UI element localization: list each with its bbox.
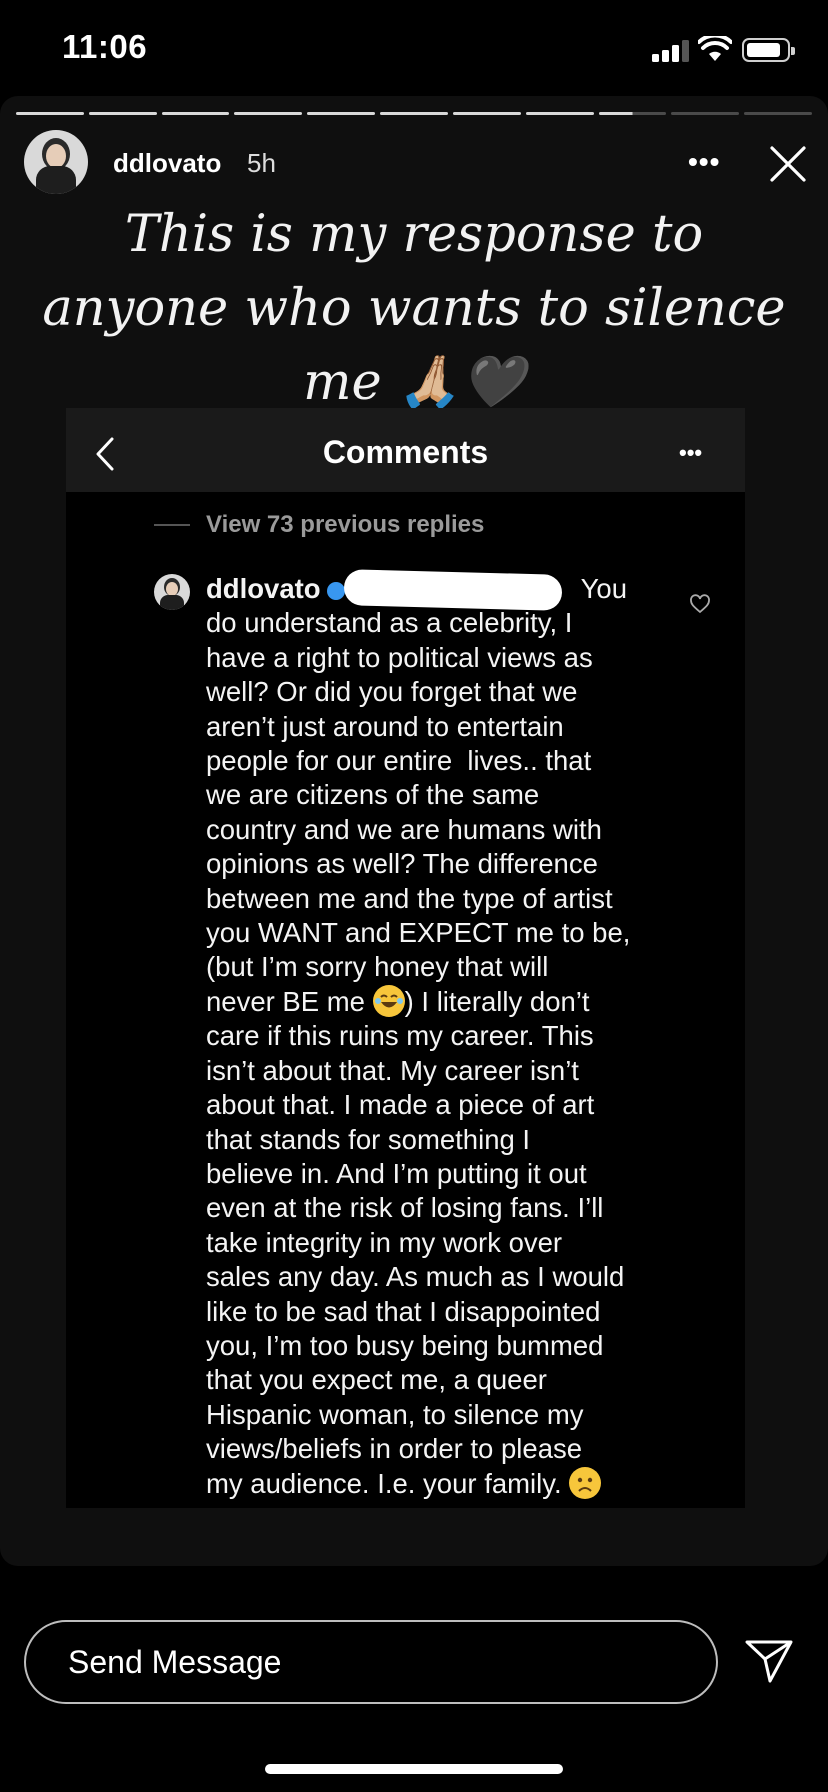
comment-line: you, I’m too busy being bummed	[206, 1329, 604, 1361]
comment-line: never BE me ) I literally don’t	[206, 984, 676, 1019]
view-previous-replies: View 73 previous replies	[206, 511, 485, 538]
comment-body: ddlovato You do understand as a celebrity…	[206, 572, 676, 1501]
cellular-signal-icon	[652, 38, 690, 62]
battery-icon	[742, 38, 795, 62]
avatar[interactable]	[24, 130, 88, 194]
comment-line: opinions as well? The difference	[206, 848, 598, 880]
comment-line: well? Or did you forget that we	[206, 676, 578, 708]
story-timestamp: 5h	[247, 148, 276, 178]
heart-icon	[690, 594, 710, 614]
story-caption: This is my response to anyone who wants …	[20, 198, 808, 420]
close-icon[interactable]	[768, 144, 808, 184]
status-time: 11:06	[62, 28, 148, 65]
story-progress-segment	[307, 112, 376, 115]
comment-line: country and we are humans with	[206, 813, 602, 845]
caption-line: anyone who wants to silence	[42, 279, 786, 338]
comment-line: Hispanic woman, to silence my	[206, 1398, 584, 1430]
story-progress-segment	[598, 112, 667, 115]
comment-line: do understand as a celebrity, I	[206, 607, 573, 639]
comment-line: have a right to political views as	[206, 641, 593, 673]
story-progress-segment	[16, 112, 84, 115]
comment-line: views/beliefs in order to please	[206, 1433, 583, 1465]
comment-line: even at the risk of losing fans. I’ll	[206, 1192, 604, 1224]
comment-line: we are citizens of the same	[206, 779, 540, 811]
comment-text: You	[580, 573, 627, 604]
comment-username: ddlovato	[206, 573, 321, 604]
comment-line: sales any day. As much as I would	[206, 1261, 625, 1293]
comments-title: Comments	[322, 434, 489, 470]
comment-text: my audience. I.e. your family.	[206, 1467, 562, 1499]
comment-line: my audience. I.e. your family.	[206, 1466, 676, 1501]
comment-line: people for our entire lives.. that	[206, 745, 592, 777]
comments-more-icon: •••	[679, 440, 703, 465]
story-username[interactable]: ddlovato	[113, 148, 221, 179]
comment-line: that stands for something I	[206, 1123, 531, 1155]
comment-line: you WANT and EXPECT me to be,	[206, 917, 631, 949]
redaction-mark	[343, 569, 563, 611]
send-message-input[interactable]: Send Message	[24, 1620, 718, 1704]
story-progress-segment	[452, 112, 521, 115]
comment-line: believe in. And I’m putting it out	[206, 1157, 587, 1189]
story-progress-segment	[380, 112, 448, 115]
comment-line: that you expect me, a queer	[206, 1364, 547, 1396]
verified-badge-icon	[326, 581, 345, 600]
caption-line: This is my response to	[124, 205, 704, 264]
comment-line: isn’t about that. My career isn’t	[206, 1054, 579, 1086]
wifi-icon	[698, 36, 732, 61]
story-progress-segment	[88, 112, 157, 115]
divider-line	[154, 524, 190, 526]
story-progress-segment	[161, 112, 230, 115]
story-progress-segment	[525, 112, 594, 115]
send-message-placeholder: Send Message	[68, 1644, 282, 1680]
comment-text: never BE me	[206, 985, 365, 1017]
frowning-emoji-icon	[569, 1466, 602, 1499]
comment-text: ) I literally don’t	[404, 985, 590, 1017]
comment-line: (but I’m sorry honey that will	[206, 951, 549, 983]
story-progress-segment	[671, 112, 740, 115]
laughing-emoji-icon	[372, 984, 405, 1017]
more-options-button[interactable]: •••	[688, 146, 720, 178]
story-progress-segment	[234, 112, 303, 115]
comment-line: care if this ruins my career. This	[206, 1020, 594, 1052]
comment-line: take integrity in my work over	[206, 1226, 563, 1258]
comment-line: between me and the type of artist	[206, 882, 613, 914]
comment-line: like to be sad that I disappointed	[206, 1295, 601, 1327]
home-indicator[interactable]	[265, 1764, 563, 1774]
comment-avatar	[154, 574, 190, 610]
send-icon[interactable]	[744, 1638, 794, 1684]
comment-line: aren’t just around to entertain	[206, 710, 564, 742]
comment-line: about that. I made a piece of art	[206, 1089, 595, 1121]
story-progress-segment	[744, 112, 812, 115]
